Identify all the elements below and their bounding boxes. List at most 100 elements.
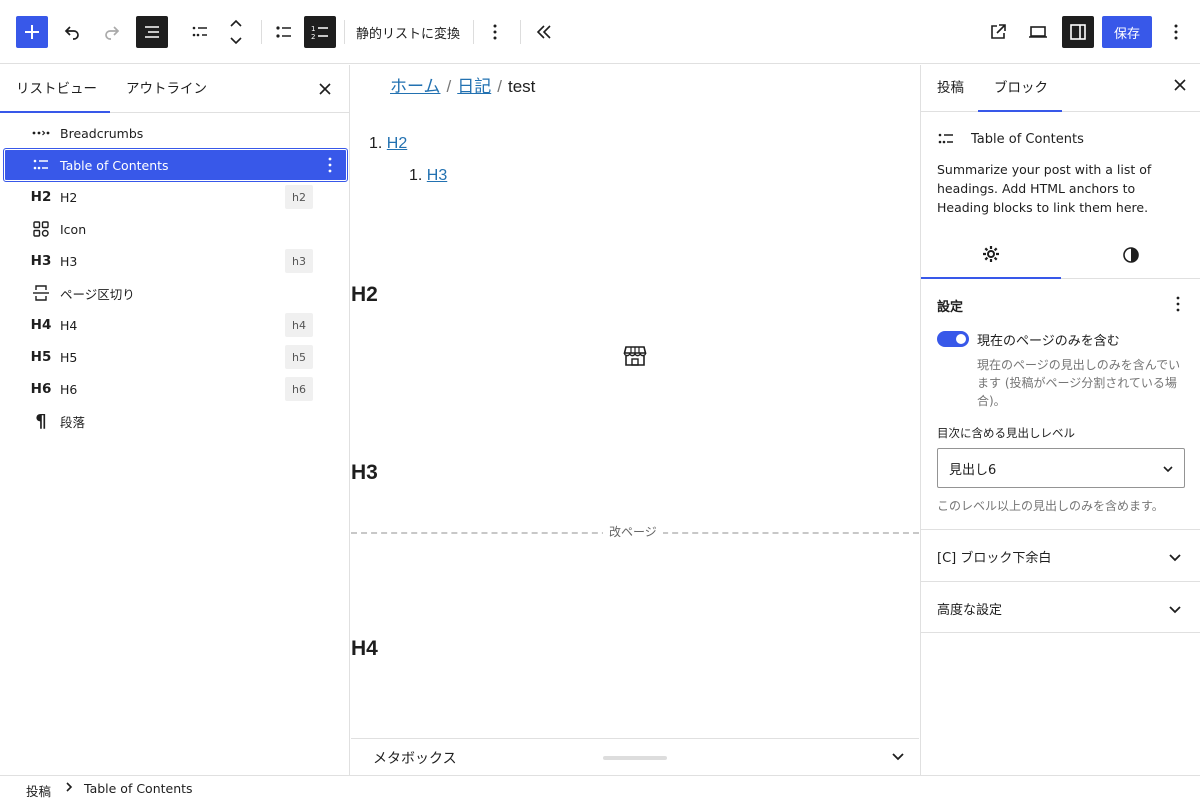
undo-button[interactable] bbox=[60, 20, 84, 44]
heading-h4[interactable]: H4 bbox=[351, 637, 378, 661]
options-menu-button[interactable] bbox=[1166, 20, 1186, 44]
tab-list-view[interactable]: リストビュー bbox=[0, 65, 110, 113]
breadcrumb: ホーム / 日記 / test bbox=[390, 72, 535, 97]
list-item-options-button[interactable] bbox=[325, 155, 335, 175]
list-item-h3[interactable]: H3 H3 h3 bbox=[4, 245, 347, 277]
heading-level-help: このレベル以上の見出しのみを含めます。 bbox=[937, 499, 1164, 513]
close-sidebar-button[interactable] bbox=[1174, 79, 1186, 95]
device-preview-button[interactable] bbox=[1026, 20, 1050, 44]
numbered-list-icon: 12 bbox=[311, 25, 328, 41]
heading-level-select[interactable]: 見出し6 bbox=[937, 448, 1185, 488]
block-type-button[interactable] bbox=[188, 20, 212, 44]
breadcrumb-current: test bbox=[507, 77, 536, 96]
editor-toolbar: 12 静的リストに変換 保存 bbox=[0, 0, 1200, 64]
close-icon bbox=[1174, 79, 1186, 91]
tab-block[interactable]: ブロック bbox=[978, 65, 1062, 112]
unordered-list-button[interactable] bbox=[272, 20, 296, 44]
table-of-contents-icon bbox=[937, 131, 955, 147]
toc-number: 1. bbox=[369, 135, 383, 152]
tab-post[interactable]: 投稿 bbox=[921, 65, 980, 112]
heading-4-icon: H4 bbox=[30, 317, 52, 333]
list-item-label: H3 bbox=[60, 253, 78, 269]
collapse-toolbar-button[interactable] bbox=[532, 20, 556, 44]
svg-text:2: 2 bbox=[311, 33, 315, 41]
store-icon[interactable] bbox=[623, 345, 647, 371]
more-vertical-icon bbox=[1174, 24, 1178, 40]
list-item-h5[interactable]: H5 H5 h5 bbox=[4, 341, 347, 373]
toggle-help-text: 現在のページの見出しのみを含んでいます (投稿がページ分割されている場合)。 bbox=[977, 358, 1181, 408]
chevron-up-down-icon bbox=[230, 19, 242, 45]
list-item-h4[interactable]: H4 H4 h4 bbox=[4, 309, 347, 341]
toolbar-divider bbox=[261, 20, 262, 44]
half-circle-icon bbox=[1123, 247, 1139, 263]
heading-3-icon: H3 bbox=[30, 253, 52, 269]
list-view-icon bbox=[145, 26, 159, 38]
list-item-page-break[interactable]: ページ区切り bbox=[4, 277, 347, 309]
table-of-contents-icon bbox=[192, 26, 207, 37]
move-block-buttons[interactable] bbox=[226, 16, 246, 48]
tab-styles[interactable] bbox=[1061, 231, 1200, 279]
list-item-label: 段落 bbox=[60, 414, 86, 430]
anchor-badge: h2 bbox=[285, 185, 313, 209]
list-item-label: Icon bbox=[60, 221, 87, 237]
metabox-bar[interactable]: メタボックス bbox=[351, 738, 919, 775]
table-of-contents-icon bbox=[30, 157, 52, 173]
block-breadcrumb-bar: 投稿 Table of Contents bbox=[0, 775, 1200, 800]
panel-block-margin[interactable]: [C] ブロック下余白 bbox=[921, 529, 1200, 581]
gear-icon bbox=[983, 246, 999, 262]
metabox-label: メタボックス bbox=[373, 751, 457, 767]
list-item-paragraph[interactable]: ¶ 段落 bbox=[4, 405, 347, 437]
heading-h3[interactable]: H3 bbox=[351, 461, 378, 485]
breadcrumb-link-home[interactable]: ホーム bbox=[390, 77, 441, 96]
tab-outline[interactable]: アウトライン bbox=[110, 65, 223, 113]
chevron-down-icon[interactable] bbox=[891, 749, 905, 767]
plus-icon bbox=[25, 25, 39, 39]
add-block-button[interactable] bbox=[16, 16, 48, 48]
desktop-icon bbox=[1029, 26, 1047, 38]
resize-handle[interactable] bbox=[603, 756, 667, 760]
breadcrumb-link-diary[interactable]: 日記 bbox=[457, 77, 491, 96]
anchor-badge: h4 bbox=[285, 313, 313, 337]
chevron-down-icon bbox=[1168, 550, 1182, 568]
list-item-label: Breadcrumbs bbox=[60, 125, 144, 141]
select-value: 見出し6 bbox=[949, 462, 997, 478]
close-list-view-button[interactable] bbox=[315, 79, 335, 99]
settings-sidebar-toggle[interactable] bbox=[1062, 16, 1094, 48]
toc-item: 1. H2 bbox=[369, 135, 407, 153]
redo-button[interactable] bbox=[100, 20, 124, 44]
chevron-right-icon bbox=[64, 780, 74, 797]
document-overview-button[interactable] bbox=[136, 16, 168, 48]
close-icon bbox=[319, 83, 331, 95]
convert-to-static-list-button[interactable]: 静的リストに変換 bbox=[356, 23, 460, 42]
block-inspector-tabs bbox=[921, 231, 1200, 279]
tab-settings[interactable] bbox=[921, 231, 1061, 279]
save-button[interactable]: 保存 bbox=[1102, 16, 1152, 48]
toc-link-h2[interactable]: H2 bbox=[387, 135, 407, 152]
status-breadcrumb-current: Table of Contents bbox=[84, 781, 193, 796]
toc-link-h3[interactable]: H3 bbox=[427, 167, 447, 184]
paragraph-icon: ¶ bbox=[35, 410, 47, 432]
current-page-only-toggle[interactable] bbox=[937, 331, 969, 347]
view-post-button[interactable] bbox=[986, 20, 1010, 44]
ordered-list-button[interactable]: 12 bbox=[304, 16, 336, 48]
redo-icon bbox=[105, 26, 120, 40]
double-chevron-left-icon bbox=[536, 25, 551, 39]
list-view-panel: リストビュー アウトライン Breadcrumbs Table of Conte… bbox=[0, 65, 350, 775]
status-breadcrumb-post[interactable]: 投稿 bbox=[26, 781, 51, 800]
settings-options-button[interactable] bbox=[1176, 296, 1180, 316]
anchor-badge: h5 bbox=[285, 345, 313, 369]
panel-advanced[interactable]: 高度な設定 bbox=[921, 581, 1200, 633]
breadcrumb-separator: / bbox=[497, 77, 502, 96]
list-item-h2[interactable]: H2 H2 h2 bbox=[4, 181, 347, 213]
chevron-down-icon bbox=[1162, 463, 1174, 479]
list-item-table-of-contents[interactable]: Table of Contents bbox=[3, 148, 348, 182]
toolbar-divider bbox=[520, 20, 521, 44]
more-vertical-icon bbox=[328, 157, 332, 173]
list-item-h6[interactable]: H6 H6 h6 bbox=[4, 373, 347, 405]
block-options-button[interactable] bbox=[485, 20, 505, 44]
editor-canvas[interactable]: ホーム / 日記 / test 1. H2 1. H3 H2 H3 改ページ H4 bbox=[351, 65, 919, 738]
list-item-breadcrumbs[interactable]: Breadcrumbs bbox=[4, 117, 347, 149]
heading-h2[interactable]: H2 bbox=[351, 283, 378, 307]
block-card: Table of Contents bbox=[937, 131, 1084, 147]
list-item-icon[interactable]: Icon bbox=[4, 213, 347, 245]
